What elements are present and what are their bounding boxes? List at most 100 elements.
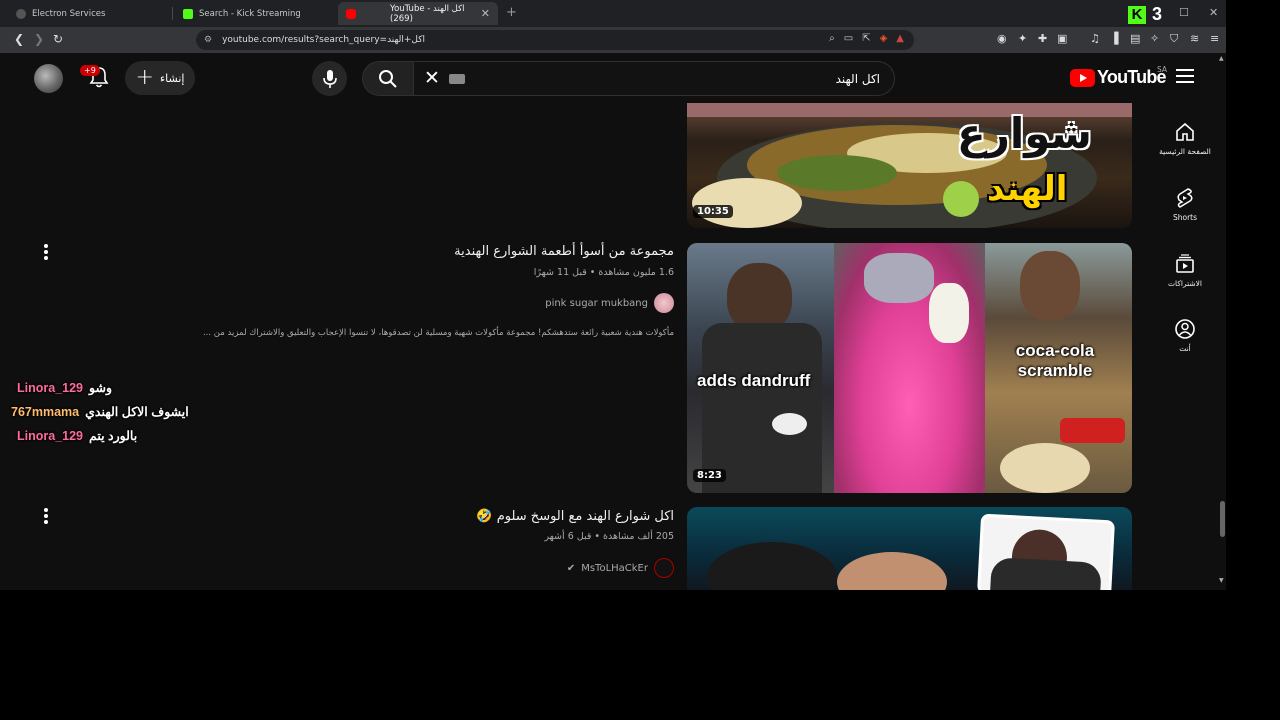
- tab-electron-services[interactable]: Electron Services: [8, 2, 168, 25]
- channel-link[interactable]: ✔ MsToLHaCkEr: [567, 558, 674, 578]
- wallet-icon[interactable]: ▤: [1130, 32, 1140, 45]
- channel-avatar[interactable]: [654, 558, 674, 578]
- thumbnail-text: شوارع: [957, 109, 1092, 158]
- maximize-button[interactable]: ☐: [1179, 6, 1189, 19]
- close-tab-icon[interactable]: ✕: [481, 7, 490, 20]
- channel-name: MsToLHaCkEr: [581, 562, 648, 574]
- close-window-button[interactable]: ✕: [1209, 6, 1218, 19]
- sidebar-item-label: أنت: [1179, 344, 1191, 353]
- more-actions-icon[interactable]: [42, 244, 50, 262]
- upload-age: قبل 11 شهرًا: [533, 267, 587, 278]
- share-icon[interactable]: ⇱: [862, 33, 870, 44]
- video-metadata: 205 ألف مشاهدة • قبل 6 أشهر: [544, 531, 674, 542]
- speedreader-icon[interactable]: ≋: [1190, 32, 1199, 45]
- cast-icon[interactable]: ▭: [844, 33, 853, 44]
- kick-extension-badge[interactable]: K 3: [1128, 4, 1162, 25]
- keyboard-icon[interactable]: [449, 74, 465, 84]
- kick-count: 3: [1152, 4, 1163, 24]
- sidebar-item-you[interactable]: أنت: [1142, 318, 1226, 353]
- sidebar-item-home[interactable]: الصفحة الرئيسية: [1142, 121, 1226, 156]
- extension-icon[interactable]: ✦: [1018, 32, 1027, 45]
- more-actions-icon[interactable]: [42, 508, 50, 526]
- chat-username: 767mmama: [11, 405, 80, 419]
- sidebar-item-label: الصفحة الرئيسية: [1159, 147, 1211, 156]
- main-menu-icon[interactable]: ≡: [1210, 32, 1219, 45]
- chat-text: وشو: [89, 381, 112, 395]
- chat-message: 767mmama ايشوف الاكل الهندي: [11, 404, 189, 419]
- inset-photo: [976, 513, 1116, 590]
- brave-rewards-icon[interactable]: ▲: [896, 33, 904, 44]
- chat-text: بالورد يتم: [89, 429, 138, 443]
- home-icon: [1176, 122, 1194, 141]
- upload-age: قبل 6 أشهر: [544, 531, 592, 542]
- site-info-icon[interactable]: ⚙: [204, 35, 212, 45]
- search-box: ✕: [412, 61, 895, 96]
- create-button[interactable]: إنشاء +: [125, 61, 195, 95]
- extension-icon[interactable]: ◉: [997, 32, 1007, 45]
- sidebar-toggle-icon[interactable]: ▐: [1110, 32, 1118, 45]
- zoom-icon[interactable]: ⌕: [829, 33, 835, 44]
- sidebar-item-label: الاشتراكات: [1167, 279, 1203, 288]
- scroll-up-icon[interactable]: ▲: [1219, 55, 1224, 62]
- search-input[interactable]: [472, 62, 880, 95]
- brave-shield-icon[interactable]: ◈: [880, 33, 888, 44]
- new-tab-button[interactable]: +: [506, 5, 517, 20]
- account-avatar[interactable]: [34, 64, 63, 93]
- microphone-icon: [322, 69, 337, 88]
- plus-icon: +: [135, 65, 154, 90]
- media-icon[interactable]: ♫: [1090, 32, 1100, 45]
- clear-search-icon[interactable]: ✕: [424, 67, 440, 89]
- tab-youtube[interactable]: YouTube - اكل الهند (269) ✕: [338, 2, 498, 25]
- vpn-icon[interactable]: ⛉: [1170, 32, 1178, 46]
- youtube-logo[interactable]: YouTube: [1070, 67, 1167, 88]
- shorts-icon: [1177, 188, 1193, 208]
- video-description: مأكولات هندية شعبية رائعة ستدهشكم! مجموع…: [202, 328, 674, 338]
- sidebar-item-label: Shorts: [1172, 213, 1198, 222]
- kick-favicon-icon: [183, 8, 193, 19]
- notification-count-badge: +9: [80, 65, 100, 76]
- guide-menu-button[interactable]: [1176, 69, 1194, 87]
- scroll-thumb[interactable]: [1220, 501, 1225, 537]
- chat-text: ايشوف الاكل الهندي: [85, 405, 189, 419]
- forward-icon[interactable]: ❯: [34, 32, 44, 46]
- channel-avatar[interactable]: [654, 293, 674, 313]
- scroll-down-icon[interactable]: ▼: [1219, 577, 1224, 584]
- video-metadata: 1.6 مليون مشاهدة • قبل 11 شهرًا: [533, 267, 674, 278]
- tab-kick-search[interactable]: Search - Kick Streaming: [175, 2, 335, 25]
- tab-title: Electron Services: [32, 8, 106, 19]
- address-bar[interactable]: ⚙ youtube.com/results?search_query=اكل+ا…: [196, 30, 914, 50]
- tab-strip: Electron Services Search - Kick Streamin…: [0, 0, 1226, 27]
- sidebar-item-subscriptions[interactable]: الاشتراكات: [1142, 253, 1226, 288]
- sick-face-emoji-icon: [943, 181, 979, 217]
- chat-message: Linora_129 بالورد يتم: [17, 428, 137, 443]
- search-icon: [379, 69, 397, 88]
- thumbnail-text: الهند: [987, 169, 1068, 209]
- puzzle-icon[interactable]: ✚: [1038, 32, 1047, 45]
- video-thumbnail[interactable]: adds dandruff coca-cola scramble 8:23: [687, 243, 1132, 493]
- sidebar-item-shorts[interactable]: Shorts: [1142, 187, 1226, 222]
- search-button[interactable]: [362, 61, 414, 96]
- screenshot-icon[interactable]: ▣: [1057, 32, 1067, 45]
- reload-icon[interactable]: ↻: [53, 32, 63, 46]
- video-title[interactable]: مجموعة من أسوأ أطعمة الشوارع الهندية: [454, 244, 674, 259]
- back-icon[interactable]: ❮: [14, 32, 24, 46]
- address-bar-actions: ⌕ ▭ ⇱ ◈ ▲: [829, 33, 904, 44]
- subscriptions-icon: [1176, 254, 1194, 273]
- page-scrollbar[interactable]: ▲ ▼: [1218, 53, 1226, 590]
- youtube-wordmark: YouTube: [1097, 67, 1167, 87]
- tab-title: Search - Kick Streaming: [199, 8, 301, 19]
- duration-badge: 10:35: [693, 205, 733, 218]
- video-thumbnail[interactable]: شوارع الهند 10:35: [687, 103, 1132, 228]
- chat-username: Linora_129: [17, 381, 84, 395]
- channel-link[interactable]: pink sugar mukbang: [545, 293, 674, 313]
- view-count: 205 ألف مشاهدة: [603, 531, 674, 542]
- leo-ai-icon[interactable]: ✧: [1150, 32, 1159, 45]
- kick-logo-icon: K: [1128, 5, 1146, 24]
- voice-search-button[interactable]: [312, 61, 347, 96]
- video-title[interactable]: اكل شوارع الهند مع الوسخ سلوم 🤣: [476, 509, 674, 524]
- region-code: SA: [1157, 65, 1168, 74]
- video-thumbnail[interactable]: [687, 507, 1132, 590]
- create-label: إنشاء: [159, 71, 185, 85]
- youtube-play-icon: [1070, 68, 1095, 87]
- tab-title: YouTube - اكل الهند (269): [390, 3, 465, 24]
